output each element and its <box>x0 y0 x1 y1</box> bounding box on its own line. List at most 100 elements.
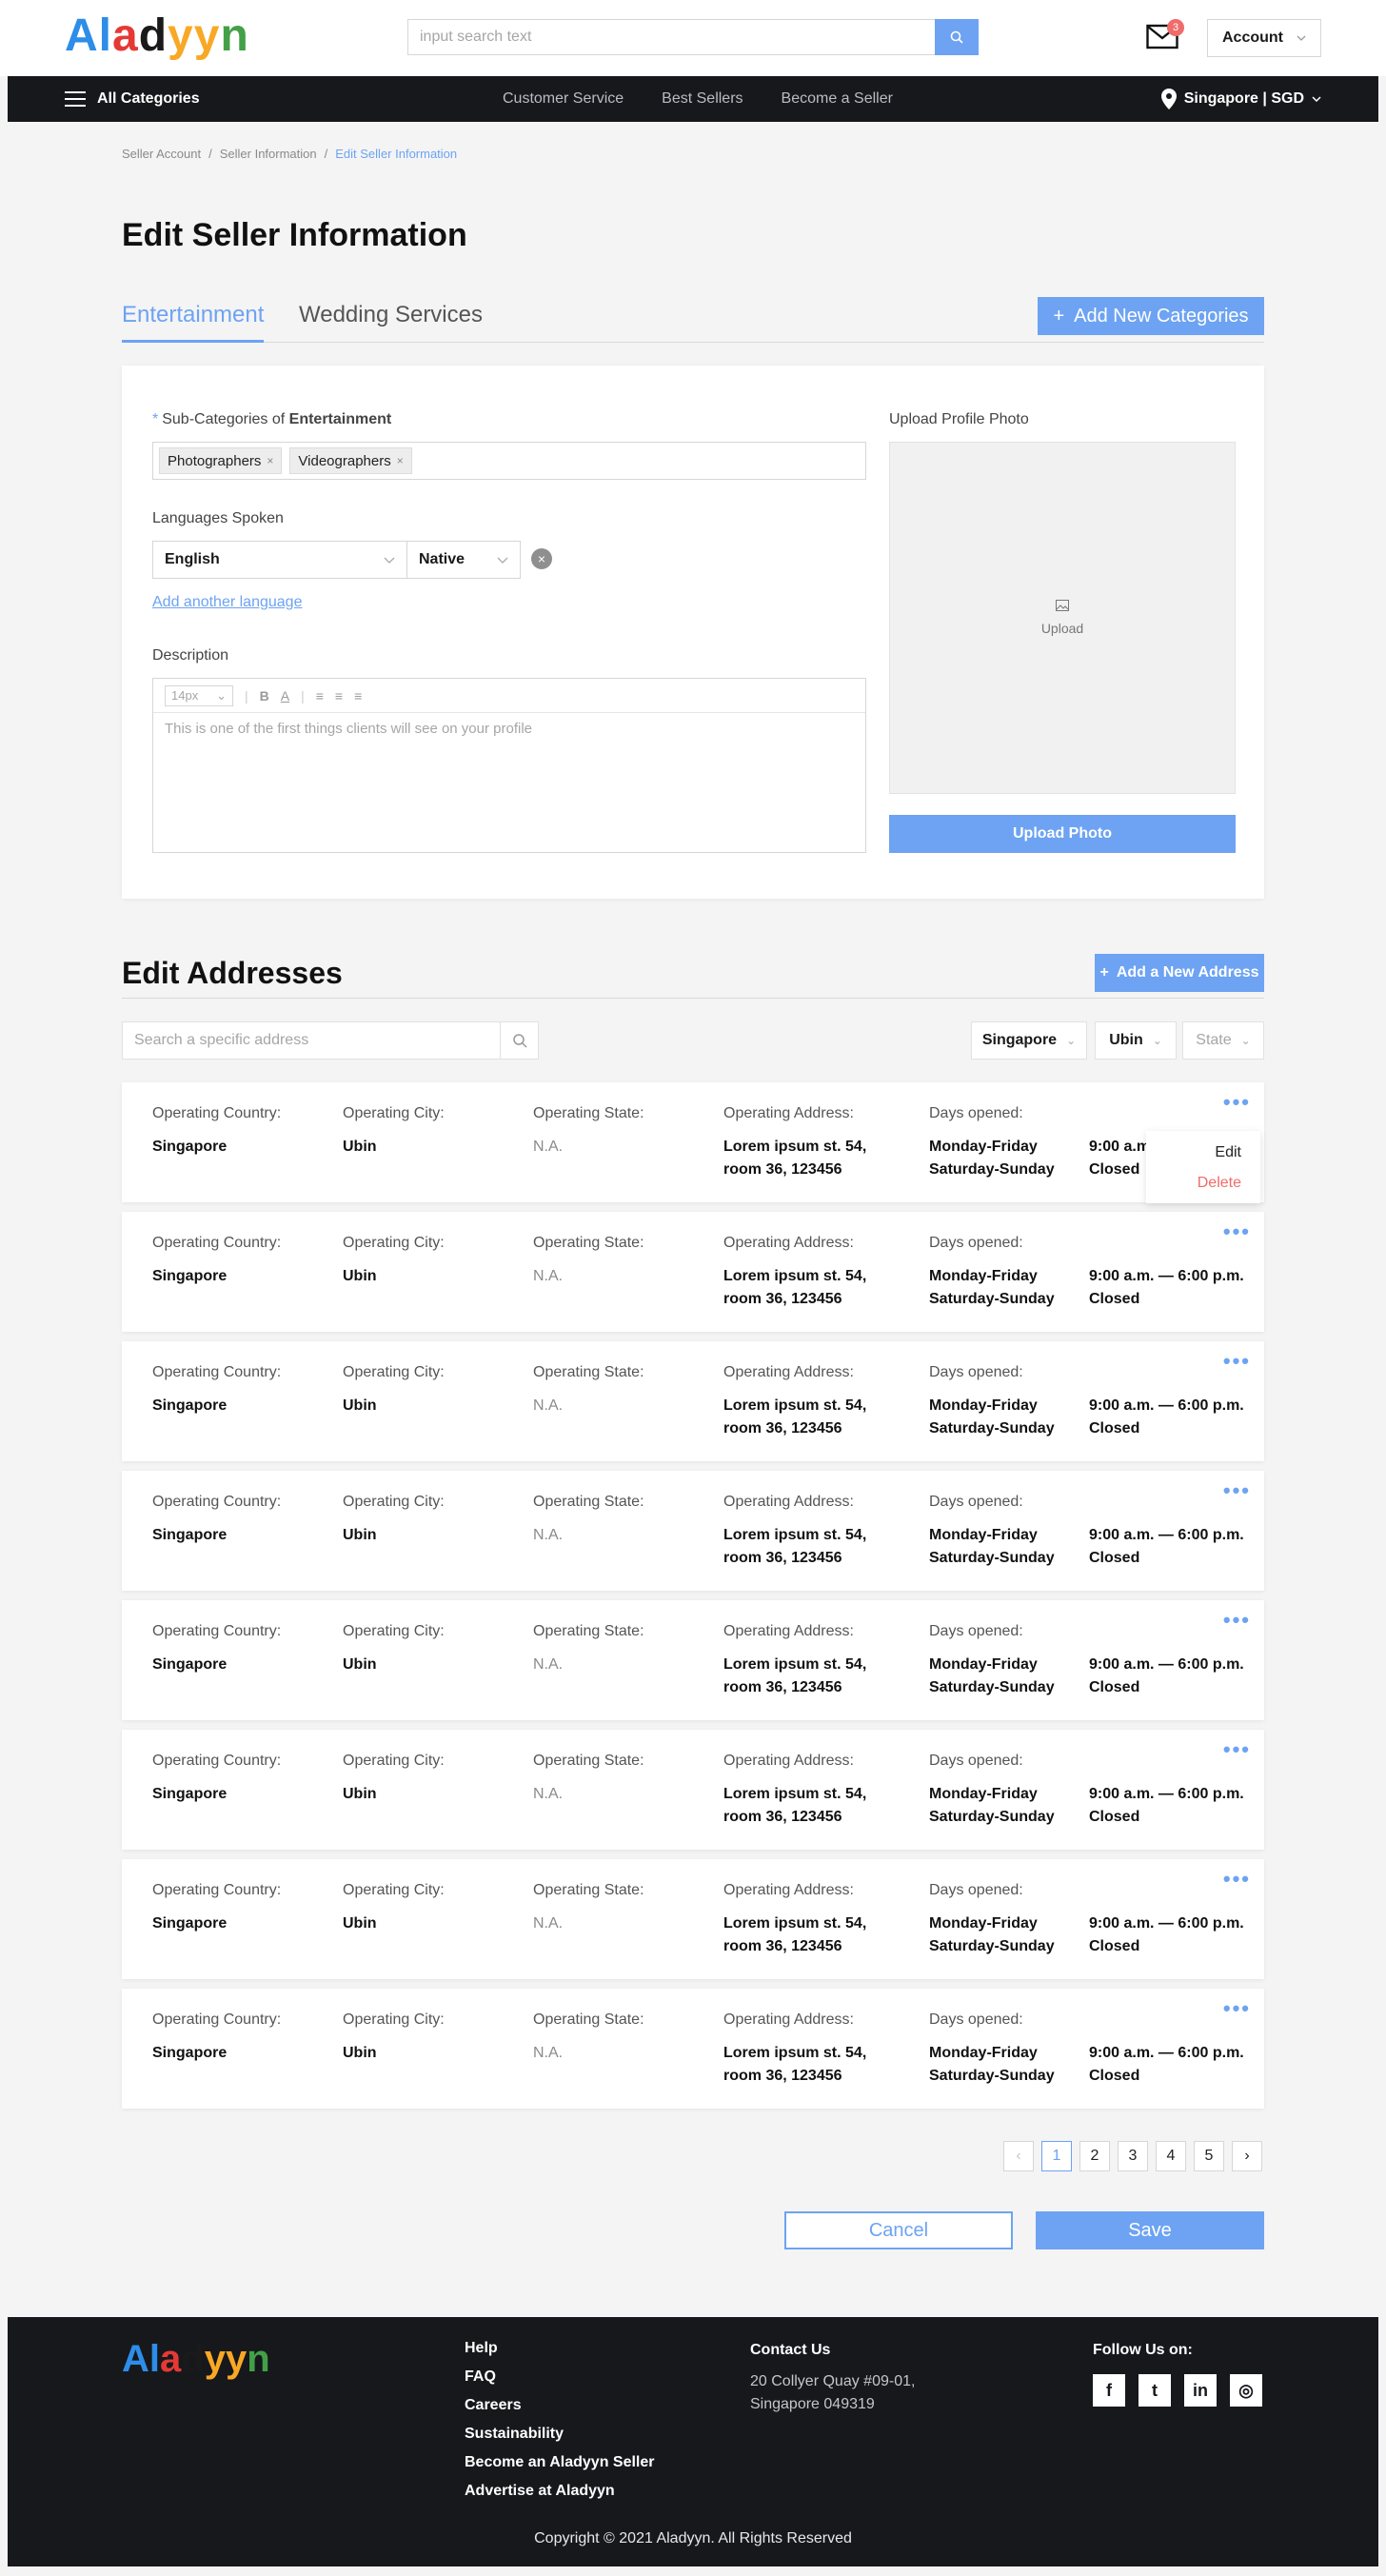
address-line2: room 36, 123456 <box>723 1291 842 1307</box>
remove-language-icon[interactable]: × <box>531 548 552 569</box>
page-1[interactable]: 1 <box>1041 2141 1072 2171</box>
region-selector[interactable]: Singapore | SGD <box>1160 76 1321 122</box>
footer-link-careers[interactable]: Careers <box>465 2397 655 2414</box>
align-right-icon[interactable]: ≡ <box>354 688 362 703</box>
days-weekend: Saturday-Sunday <box>929 1679 1055 1695</box>
hours-weekend: Closed <box>1089 1291 1140 1307</box>
page-5[interactable]: 5 <box>1194 2141 1224 2171</box>
linkedin-icon[interactable]: in <box>1184 2374 1217 2407</box>
more-options-icon[interactable]: ••• <box>1223 1867 1251 1892</box>
breadcrumb-separator: / <box>324 147 328 161</box>
footer-link-faq[interactable]: FAQ <box>465 2368 655 2386</box>
state-filter-value: State <box>1196 1032 1232 1048</box>
chevron-down-icon <box>1312 96 1321 102</box>
address-search-input[interactable] <box>123 1022 494 1059</box>
address-card: Operating Country: Operating City: Operati… <box>122 1212 1264 1332</box>
menu-delete[interactable]: Delete <box>1198 1175 1241 1192</box>
days-weekday: Monday-Friday <box>929 1656 1038 1673</box>
save-button[interactable]: Save <box>1036 2211 1264 2249</box>
seller-info-card: * Sub-Categories of Entertainment Photogr… <box>122 366 1264 899</box>
breadcrumb-seller-information[interactable]: Seller Information <box>220 147 317 161</box>
description-editor[interactable]: 14px ⌄ | B A | ≡ ≡ ≡ This is one of the f… <box>152 678 866 853</box>
state-label: Operating State: <box>533 1105 644 1121</box>
city-filter[interactable]: Ubin ⌄ <box>1095 1021 1177 1060</box>
state-label: Operating State: <box>533 1882 644 1898</box>
nav-link-customer-service[interactable]: Customer Service <box>503 90 624 108</box>
contact-title: Contact Us <box>750 2342 831 2358</box>
nav-links: Customer Service Best Sellers Become a S… <box>503 76 893 122</box>
page-4[interactable]: 4 <box>1156 2141 1186 2171</box>
twitter-icon[interactable]: t <box>1138 2374 1171 2407</box>
page-2[interactable]: 2 <box>1079 2141 1110 2171</box>
more-options-icon[interactable]: ••• <box>1223 1478 1251 1503</box>
hours-weekend: Closed <box>1089 1161 1140 1178</box>
upload-photo-button[interactable]: Upload Photo <box>889 815 1236 853</box>
address-line1: Lorem ipsum st. 54, <box>723 1268 867 1284</box>
search-input[interactable] <box>408 20 932 54</box>
state-filter[interactable]: State ⌄ <box>1182 1021 1264 1060</box>
days-weekend: Saturday-Sunday <box>929 1809 1055 1825</box>
tab-wedding-services[interactable]: Wedding Services <box>299 297 483 343</box>
chevron-left-icon: ‹ <box>1016 2148 1021 2164</box>
state-value: N.A. <box>533 1397 564 1414</box>
align-center-icon[interactable]: ≡ <box>335 688 343 703</box>
hours-weekend: Closed <box>1089 1679 1140 1695</box>
country-value: Singapore <box>152 1915 228 1932</box>
tab-entertainment[interactable]: Entertainment <box>122 297 265 343</box>
add-new-categories-button[interactable]: + Add New Categories <box>1038 297 1264 335</box>
country-filter[interactable]: Singapore ⌄ <box>971 1021 1087 1060</box>
more-options-icon[interactable]: ••• <box>1223 1737 1251 1762</box>
language-level-select[interactable]: Native <box>406 541 521 579</box>
footer-logo[interactable]: Aladyyn <box>122 2338 270 2381</box>
account-label: Account <box>1222 30 1283 46</box>
city-value: Ubin <box>343 1786 377 1802</box>
more-options-icon[interactable]: ••• <box>1223 1090 1251 1115</box>
account-dropdown[interactable]: Account <box>1207 19 1321 57</box>
footer-link-help[interactable]: Help <box>465 2340 655 2357</box>
bold-icon[interactable]: B <box>260 688 269 703</box>
cancel-button[interactable]: Cancel <box>784 2211 1013 2249</box>
copyright: Copyright © 2021 Aladyyn. All Rights Res… <box>534 2530 852 2546</box>
more-options-icon[interactable]: ••• <box>1223 1349 1251 1374</box>
photo-dropzone[interactable]: Upload <box>889 442 1236 794</box>
state-label: Operating State: <box>533 1753 644 1769</box>
address-search-button[interactable] <box>500 1022 538 1059</box>
aladyyn-logo[interactable]: Aladyyn <box>65 10 249 62</box>
subcategories-select[interactable]: Photographers × Videographers × <box>152 442 866 480</box>
nav-link-best-sellers[interactable]: Best Sellers <box>662 90 742 108</box>
breadcrumb-seller-account[interactable]: Seller Account <box>122 147 201 161</box>
tag-remove-icon[interactable]: × <box>267 454 273 467</box>
days-label: Days opened: <box>929 2011 1023 2028</box>
next-page-button[interactable]: › <box>1232 2141 1262 2171</box>
add-address-button[interactable]: + Add a New Address <box>1095 954 1264 992</box>
more-options-icon[interactable]: ••• <box>1223 1219 1251 1244</box>
search-button[interactable] <box>935 19 979 55</box>
prev-page-button[interactable]: ‹ <box>1003 2141 1034 2171</box>
language-select[interactable]: English <box>152 541 407 579</box>
nav-link-become-seller[interactable]: Become a Seller <box>782 90 893 108</box>
text-color-icon[interactable]: A <box>281 688 289 703</box>
more-options-icon[interactable]: ••• <box>1223 1996 1251 2021</box>
address-line1: Lorem ipsum st. 54, <box>723 1527 867 1543</box>
footer-link-become-seller[interactable]: Become an Aladyyn Seller <box>465 2454 655 2471</box>
address-value: Lorem ipsum st. 54, room 36, 123456 <box>723 1654 866 1699</box>
page-3[interactable]: 3 <box>1118 2141 1148 2171</box>
footer-link-sustainability[interactable]: Sustainability <box>465 2426 655 2443</box>
all-categories-button[interactable]: All Categories <box>65 76 200 122</box>
address-line1: Lorem ipsum st. 54, <box>723 1915 867 1932</box>
mail-button[interactable]: 3 <box>1146 19 1184 51</box>
footer-link-advertise[interactable]: Advertise at Aladyyn <box>465 2483 655 2500</box>
tag-remove-icon[interactable]: × <box>397 454 404 467</box>
align-left-icon[interactable]: ≡ <box>316 688 324 703</box>
add-language-link[interactable]: Add another language <box>152 594 302 611</box>
instagram-icon[interactable]: ◎ <box>1230 2374 1262 2407</box>
hours-value: 9:00 a.m. — 6:00 p.m. Closed <box>1089 1654 1244 1699</box>
days-label: Days opened: <box>929 1364 1023 1380</box>
days-value: Monday-Friday Saturday-Sunday <box>929 1265 1055 1311</box>
chevron-down-icon: ⌄ <box>1152 1034 1162 1047</box>
more-options-icon[interactable]: ••• <box>1223 1608 1251 1633</box>
font-size-select[interactable]: 14px ⌄ <box>165 684 233 706</box>
chevron-down-icon: ⌄ <box>1240 1034 1251 1047</box>
facebook-icon[interactable]: f <box>1093 2374 1125 2407</box>
menu-edit[interactable]: Edit <box>1215 1144 1241 1161</box>
